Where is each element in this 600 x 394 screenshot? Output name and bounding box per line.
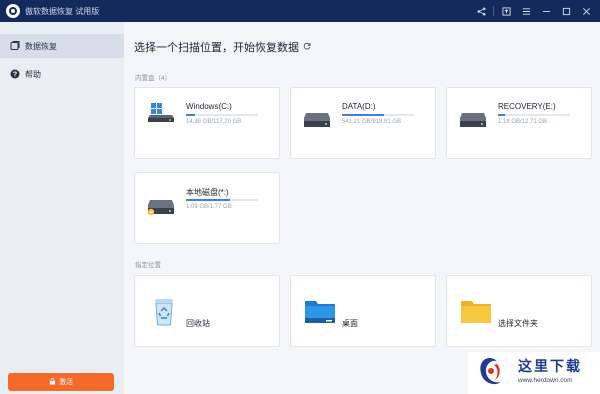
drive-name: 本地磁盘(*:) <box>186 188 229 197</box>
hard-drive-icon <box>460 113 486 127</box>
share-icon[interactable] <box>471 0 491 22</box>
folder-icon <box>461 301 491 323</box>
activate-label: 激活 <box>59 379 73 386</box>
recycle-bin-icon <box>155 299 173 326</box>
location-card-choose-folder[interactable]: 选择文件夹 <box>446 275 592 347</box>
minimize-icon[interactable] <box>536 0 556 22</box>
location-label: 桌面 <box>342 319 358 328</box>
drive-card-windows[interactable]: Windows(C:) 14.38 GB/117.20 GB <box>134 87 280 159</box>
location-label: 回收站 <box>186 319 210 328</box>
window-title: 傲软数据恢复 试用版 <box>25 6 100 16</box>
sidebar-item-help[interactable]: ? 帮助 <box>0 62 124 86</box>
hard-drive-icon <box>147 200 174 215</box>
watermark-title: 这里下载 <box>518 359 582 375</box>
drive-usage-bar <box>342 114 414 116</box>
drive-usage-bar <box>498 114 570 116</box>
location-card-recycle-bin[interactable]: 回收站 <box>134 275 280 347</box>
title-bar: 傲软数据恢复 试用版 <box>0 0 600 22</box>
location-card-desktop[interactable]: 桌面 <box>290 275 436 347</box>
drive-usage-bar <box>186 114 258 116</box>
watermark-url: www.herdown.com <box>518 377 573 384</box>
sidebar-item-label: 帮助 <box>25 69 41 79</box>
svg-text:?: ? <box>12 72 16 79</box>
menu-icon[interactable] <box>516 0 536 22</box>
drive-card-recovery[interactable]: RECOVERY(E:) 1.18 GB/12.71 GB <box>446 87 592 159</box>
drive-size: 541.21 GB/918.81 GB <box>342 119 402 125</box>
refresh-icon[interactable] <box>303 42 311 52</box>
drive-card-local-disk[interactable]: 本地磁盘(*:) 1.09 GB/1.77 GB <box>134 172 280 244</box>
activate-button[interactable]: 激活 <box>8 373 114 391</box>
main-panel: 选择一个扫描位置，开始恢复数据 内置盘（4） Windows(C:) 14.38… <box>124 22 600 394</box>
desktop-icon <box>305 301 335 323</box>
watermark-logo-icon <box>480 358 501 385</box>
upload-icon[interactable] <box>496 0 516 22</box>
drive-usage-bar <box>186 199 258 201</box>
lock-icon <box>49 377 56 387</box>
drive-name: DATA(D:) <box>342 102 376 111</box>
page-title: 选择一个扫描位置，开始恢复数据 <box>134 39 311 55</box>
page-title-text: 选择一个扫描位置，开始恢复数据 <box>134 42 299 54</box>
watermark: 这里下载 www.herdown.com <box>468 352 600 394</box>
help-icon: ? <box>9 69 20 80</box>
drive-size: 14.38 GB/117.20 GB <box>186 119 242 125</box>
drive-name: RECOVERY(E:) <box>498 102 556 111</box>
maximize-icon[interactable] <box>556 0 576 22</box>
sidebar-item-data-recovery[interactable]: 数据恢复 <box>0 34 124 58</box>
specific-locations-label: 指定位置 <box>135 262 161 269</box>
hard-drive-icon <box>304 113 330 127</box>
drive-size: 1.09 GB/1.77 GB <box>186 204 232 210</box>
drive-name: Windows(C:) <box>186 102 232 111</box>
drive-size: 1.18 GB/12.71 GB <box>498 119 548 125</box>
recovery-icon <box>9 41 20 52</box>
close-icon[interactable] <box>576 0 596 22</box>
app-logo-icon <box>6 4 20 18</box>
sidebar-item-label: 数据恢复 <box>25 41 57 51</box>
internal-drives-label: 内置盘（4） <box>135 75 172 82</box>
sidebar: 数据恢复 ? 帮助 激活 <box>0 22 124 394</box>
hard-drive-icon <box>148 103 174 122</box>
drive-card-data[interactable]: DATA(D:) 541.21 GB/918.81 GB <box>290 87 436 159</box>
location-label: 选择文件夹 <box>498 319 538 328</box>
